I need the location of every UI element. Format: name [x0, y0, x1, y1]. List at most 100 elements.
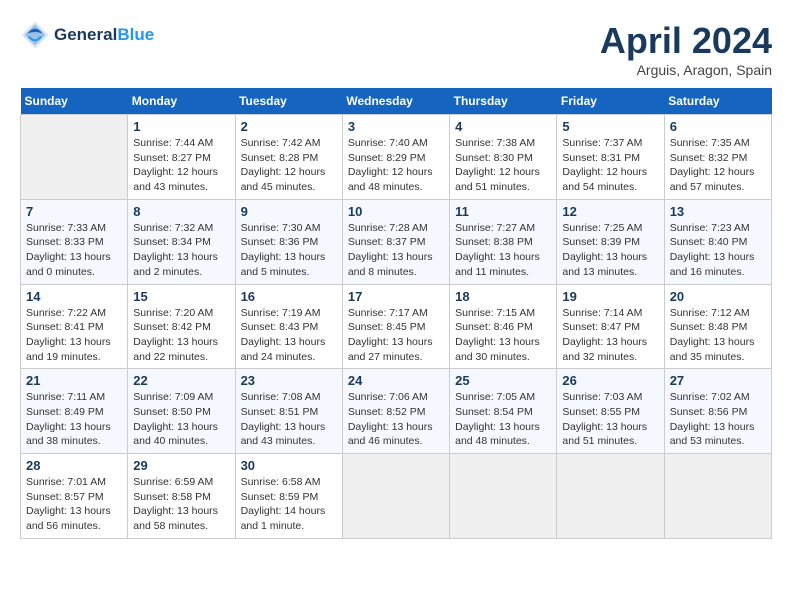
- day-info: Sunrise: 7:32 AMSunset: 8:34 PMDaylight:…: [133, 221, 229, 280]
- calendar-cell: 30 Sunrise: 6:58 AMSunset: 8:59 PMDayligh…: [235, 454, 342, 539]
- weekday-header: Friday: [557, 88, 664, 115]
- day-number: 28: [26, 458, 122, 473]
- calendar-cell: 21 Sunrise: 7:11 AMSunset: 8:49 PMDayligh…: [21, 369, 128, 454]
- calendar-cell: 11 Sunrise: 7:27 AMSunset: 8:38 PMDayligh…: [450, 199, 557, 284]
- calendar-cell: 12 Sunrise: 7:25 AMSunset: 8:39 PMDayligh…: [557, 199, 664, 284]
- day-number: 1: [133, 119, 229, 134]
- day-info: Sunrise: 7:01 AMSunset: 8:57 PMDaylight:…: [26, 475, 122, 534]
- day-number: 9: [241, 204, 337, 219]
- day-info: Sunrise: 7:38 AMSunset: 8:30 PMDaylight:…: [455, 136, 551, 195]
- day-info: Sunrise: 7:14 AMSunset: 8:47 PMDaylight:…: [562, 306, 658, 365]
- calendar-cell: [342, 454, 449, 539]
- calendar-cell: 14Sunrise: 7:22 AMSunset: 8:41 PMDayligh…: [21, 284, 128, 369]
- calendar-cell: 8 Sunrise: 7:32 AMSunset: 8:34 PMDaylight…: [128, 199, 235, 284]
- day-info: Sunrise: 7:25 AMSunset: 8:39 PMDaylight:…: [562, 221, 658, 280]
- calendar-cell: 19 Sunrise: 7:14 AMSunset: 8:47 PMDayligh…: [557, 284, 664, 369]
- logo: GeneralBlue: [20, 20, 154, 50]
- title-block: April 2024 Arguis, Aragon, Spain: [600, 20, 772, 78]
- day-info: Sunrise: 7:44 AMSunset: 8:27 PMDaylight:…: [133, 136, 229, 195]
- page-header: GeneralBlue April 2024 Arguis, Aragon, S…: [20, 20, 772, 78]
- calendar-cell: 18 Sunrise: 7:15 AMSunset: 8:46 PMDayligh…: [450, 284, 557, 369]
- day-number: 22: [133, 373, 229, 388]
- weekday-header-row: SundayMondayTuesdayWednesdayThursdayFrid…: [21, 88, 772, 115]
- calendar-cell: [21, 115, 128, 200]
- calendar-week-row: 21 Sunrise: 7:11 AMSunset: 8:49 PMDayligh…: [21, 369, 772, 454]
- day-info: Sunrise: 7:28 AMSunset: 8:37 PMDaylight:…: [348, 221, 444, 280]
- day-info: Sunrise: 6:59 AMSunset: 8:58 PMDaylight:…: [133, 475, 229, 534]
- day-info: Sunrise: 7:02 AMSunset: 8:56 PMDaylight:…: [670, 390, 766, 449]
- calendar-cell: 29 Sunrise: 6:59 AMSunset: 8:58 PMDayligh…: [128, 454, 235, 539]
- day-number: 30: [241, 458, 337, 473]
- day-info: Sunrise: 7:11 AMSunset: 8:49 PMDaylight:…: [26, 390, 122, 449]
- day-number: 27: [670, 373, 766, 388]
- calendar-cell: 9 Sunrise: 7:30 AMSunset: 8:36 PMDaylight…: [235, 199, 342, 284]
- day-info: Sunrise: 7:23 AMSunset: 8:40 PMDaylight:…: [670, 221, 766, 280]
- calendar-cell: 17 Sunrise: 7:17 AMSunset: 8:45 PMDayligh…: [342, 284, 449, 369]
- calendar-cell: 16Sunrise: 7:19 AMSunset: 8:43 PMDayligh…: [235, 284, 342, 369]
- month-title: April 2024: [600, 20, 772, 62]
- calendar-cell: 20 Sunrise: 7:12 AMSunset: 8:48 PMDayligh…: [664, 284, 771, 369]
- weekday-header: Tuesday: [235, 88, 342, 115]
- calendar-cell: 6Sunrise: 7:35 AMSunset: 8:32 PMDaylight…: [664, 115, 771, 200]
- calendar-cell: 25Sunrise: 7:05 AMSunset: 8:54 PMDayligh…: [450, 369, 557, 454]
- day-info: Sunrise: 7:05 AMSunset: 8:54 PMDaylight:…: [455, 390, 551, 449]
- day-info: Sunrise: 7:03 AMSunset: 8:55 PMDaylight:…: [562, 390, 658, 449]
- calendar-cell: 7 Sunrise: 7:33 AMSunset: 8:33 PMDaylight…: [21, 199, 128, 284]
- calendar-cell: 27 Sunrise: 7:02 AMSunset: 8:56 PMDayligh…: [664, 369, 771, 454]
- calendar-cell: 26Sunrise: 7:03 AMSunset: 8:55 PMDayligh…: [557, 369, 664, 454]
- weekday-header: Thursday: [450, 88, 557, 115]
- day-info: Sunrise: 7:30 AMSunset: 8:36 PMDaylight:…: [241, 221, 337, 280]
- weekday-header: Monday: [128, 88, 235, 115]
- day-number: 16: [241, 289, 337, 304]
- day-number: 11: [455, 204, 551, 219]
- calendar-week-row: 28 Sunrise: 7:01 AMSunset: 8:57 PMDayligh…: [21, 454, 772, 539]
- calendar-cell: [557, 454, 664, 539]
- day-info: Sunrise: 7:40 AMSunset: 8:29 PMDaylight:…: [348, 136, 444, 195]
- day-number: 18: [455, 289, 551, 304]
- calendar-table: SundayMondayTuesdayWednesdayThursdayFrid…: [20, 88, 772, 539]
- logo-icon: [20, 20, 50, 50]
- day-number: 3: [348, 119, 444, 134]
- day-number: 8: [133, 204, 229, 219]
- day-info: Sunrise: 7:27 AMSunset: 8:38 PMDaylight:…: [455, 221, 551, 280]
- day-info: Sunrise: 7:09 AMSunset: 8:50 PMDaylight:…: [133, 390, 229, 449]
- day-number: 10: [348, 204, 444, 219]
- day-number: 4: [455, 119, 551, 134]
- day-number: 19: [562, 289, 658, 304]
- calendar-week-row: 14Sunrise: 7:22 AMSunset: 8:41 PMDayligh…: [21, 284, 772, 369]
- day-info: Sunrise: 7:33 AMSunset: 8:33 PMDaylight:…: [26, 221, 122, 280]
- day-number: 20: [670, 289, 766, 304]
- day-number: 7: [26, 204, 122, 219]
- day-number: 12: [562, 204, 658, 219]
- day-number: 29: [133, 458, 229, 473]
- calendar-cell: 13Sunrise: 7:23 AMSunset: 8:40 PMDayligh…: [664, 199, 771, 284]
- day-info: Sunrise: 6:58 AMSunset: 8:59 PMDaylight:…: [241, 475, 337, 534]
- day-info: Sunrise: 7:12 AMSunset: 8:48 PMDaylight:…: [670, 306, 766, 365]
- weekday-header: Sunday: [21, 88, 128, 115]
- calendar-week-row: 1 Sunrise: 7:44 AMSunset: 8:27 PMDaylight…: [21, 115, 772, 200]
- weekday-header: Wednesday: [342, 88, 449, 115]
- calendar-cell: 2 Sunrise: 7:42 AMSunset: 8:28 PMDaylight…: [235, 115, 342, 200]
- day-number: 17: [348, 289, 444, 304]
- day-info: Sunrise: 7:08 AMSunset: 8:51 PMDaylight:…: [241, 390, 337, 449]
- day-info: Sunrise: 7:20 AMSunset: 8:42 PMDaylight:…: [133, 306, 229, 365]
- calendar-cell: [450, 454, 557, 539]
- calendar-cell: 15 Sunrise: 7:20 AMSunset: 8:42 PMDayligh…: [128, 284, 235, 369]
- day-number: 15: [133, 289, 229, 304]
- calendar-cell: 10 Sunrise: 7:28 AMSunset: 8:37 PMDayligh…: [342, 199, 449, 284]
- day-number: 2: [241, 119, 337, 134]
- day-info: Sunrise: 7:35 AMSunset: 8:32 PMDaylight:…: [670, 136, 766, 195]
- calendar-cell: 3 Sunrise: 7:40 AMSunset: 8:29 PMDaylight…: [342, 115, 449, 200]
- location: Arguis, Aragon, Spain: [600, 62, 772, 78]
- weekday-header: Saturday: [664, 88, 771, 115]
- calendar-cell: 23Sunrise: 7:08 AMSunset: 8:51 PMDayligh…: [235, 369, 342, 454]
- day-number: 24: [348, 373, 444, 388]
- day-number: 21: [26, 373, 122, 388]
- calendar-week-row: 7 Sunrise: 7:33 AMSunset: 8:33 PMDaylight…: [21, 199, 772, 284]
- day-info: Sunrise: 7:17 AMSunset: 8:45 PMDaylight:…: [348, 306, 444, 365]
- day-info: Sunrise: 7:22 AMSunset: 8:41 PMDaylight:…: [26, 306, 122, 365]
- day-info: Sunrise: 7:15 AMSunset: 8:46 PMDaylight:…: [455, 306, 551, 365]
- calendar-cell: 24Sunrise: 7:06 AMSunset: 8:52 PMDayligh…: [342, 369, 449, 454]
- day-info: Sunrise: 7:37 AMSunset: 8:31 PMDaylight:…: [562, 136, 658, 195]
- day-info: Sunrise: 7:42 AMSunset: 8:28 PMDaylight:…: [241, 136, 337, 195]
